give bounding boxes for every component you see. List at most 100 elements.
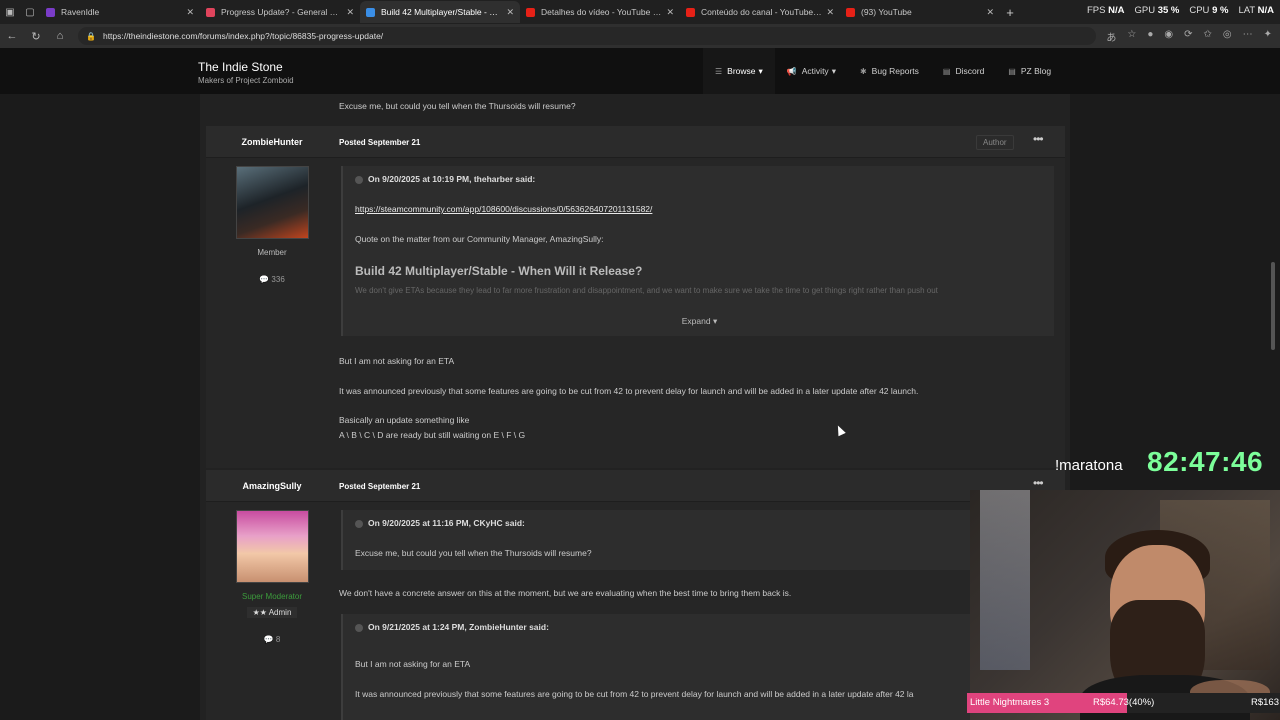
chevron-down-icon: ▾	[758, 65, 763, 76]
comment-icon: 💬	[259, 275, 270, 284]
refresh-icon[interactable]: ↻	[24, 30, 48, 43]
home-icon[interactable]: ⌂	[48, 30, 72, 42]
post-author[interactable]: AmazingSully	[206, 481, 338, 491]
copilot-icon[interactable]: ✦	[1264, 29, 1272, 44]
quote-block: On 9/21/2025 at 1:24 PM, ZombieHunter sa…	[341, 614, 1054, 720]
post-paragraph: Basically an update something like	[339, 415, 470, 425]
post-options-icon[interactable]: •••	[1033, 132, 1044, 146]
page-icon: ▤	[942, 66, 951, 76]
post-count: 💬 8	[206, 635, 338, 644]
moderator-role: Super Moderator	[241, 592, 303, 601]
new-tab-button[interactable]: +	[1000, 5, 1020, 20]
nav-item-pz-blog[interactable]: ▤ PZ Blog	[996, 48, 1063, 94]
list-icon: ☰	[715, 66, 723, 76]
tab-label: (93) YouTube	[861, 7, 912, 17]
site-brand[interactable]: The Indie Stone Makers of Project Zomboi…	[198, 60, 294, 85]
cpu-label: CPU	[1189, 5, 1210, 16]
tab-favicon-icon	[686, 7, 695, 17]
extension-icon[interactable]: ●	[1147, 29, 1153, 44]
post-date: Posted September 21	[339, 138, 420, 147]
profile-avatar[interactable]: ◎	[1223, 29, 1232, 44]
tab-label: RavenIdle	[61, 7, 100, 17]
site-tagline: Makers of Project Zomboid	[198, 76, 294, 85]
close-icon[interactable]: ✕	[666, 7, 674, 18]
tab-actions-icon[interactable]: ▢	[20, 0, 40, 24]
browser-tab[interactable]: Conteúdo do canal - YouTube Stu ✕	[680, 1, 840, 23]
post-count: 💬 336	[206, 275, 338, 284]
url-field[interactable]: 🔒 https://theindiestone.com/forums/index…	[78, 27, 1096, 45]
post-date-prefix: Posted	[339, 482, 366, 491]
tab-label: Build 42 Multiplayer/Stable - Whe	[381, 7, 503, 17]
avatar[interactable]	[236, 510, 309, 583]
nav-item-discord[interactable]: ▤ Discord	[931, 48, 996, 94]
cpu-value: 9 %	[1212, 5, 1229, 16]
close-icon[interactable]: ✕	[826, 7, 834, 18]
site-name: The Indie Stone	[198, 60, 283, 74]
avatar[interactable]	[236, 166, 309, 239]
quote-link[interactable]: https://steamcommunity.com/app/108600/di…	[355, 204, 652, 214]
quote-block: On 9/20/2025 at 11:16 PM, CKyHC said: Ex…	[341, 510, 1054, 570]
back-icon[interactable]: ←	[0, 30, 24, 42]
comment-icon: 💬	[263, 635, 274, 644]
nav-item-browse[interactable]: ☰ Browse ▾	[703, 48, 775, 94]
quote-line: But I am not asking for an ETA	[355, 659, 471, 669]
tab-favicon-icon	[846, 7, 855, 17]
expand-button[interactable]: Expand ▾	[343, 316, 1056, 327]
browser-menu-icon[interactable]: ▣	[0, 0, 20, 24]
post-date-prefix: Posted	[339, 138, 366, 147]
stream-command: !maratona	[1055, 457, 1123, 474]
url-text: https://theindiestone.com/forums/index.p…	[102, 31, 384, 41]
close-icon[interactable]: ✕	[986, 7, 994, 18]
expand-label: Expand	[681, 316, 711, 326]
bug-icon: ✱	[859, 66, 867, 76]
nav-label: Discord	[955, 66, 985, 76]
quote-icon	[355, 623, 363, 632]
post-author[interactable]: ZombieHunter	[206, 137, 338, 147]
post-paragraph: We don't have a concrete answer on this …	[339, 588, 792, 598]
close-icon[interactable]: ✕	[186, 7, 194, 18]
post-options-icon[interactable]: •••	[1033, 476, 1044, 490]
close-icon[interactable]: ✕	[346, 7, 354, 18]
previous-post-fragment: Excuse me, but could you tell when the T…	[339, 101, 576, 111]
quote-block: On 9/20/2025 at 10:19 PM, theharber said…	[341, 166, 1054, 336]
tab-label: Progress Update? - General Discu	[221, 7, 343, 17]
scrollbar-thumb[interactable]	[1271, 262, 1275, 350]
quote-icon	[355, 519, 363, 528]
ad-block-icon[interactable]: ◉	[1164, 29, 1173, 44]
nav-item-bug-reports[interactable]: ✱ Bug Reports	[848, 48, 931, 94]
quote-header-text: On 9/20/2025 at 10:19 PM, theharber said…	[368, 174, 536, 184]
author-badge: Author	[976, 135, 1014, 150]
post-paragraph: It was announced previously that some fe…	[339, 386, 919, 396]
site-header: The Indie Stone Makers of Project Zomboi…	[0, 48, 1280, 94]
admin-rank: ★★ Admin	[246, 607, 298, 618]
more-menu-icon[interactable]: ⋯	[1243, 29, 1253, 44]
favorites-bar-icon[interactable]: ✩	[1203, 29, 1211, 44]
favorite-icon[interactable]: ☆	[1127, 29, 1136, 44]
tab-favicon-icon	[46, 7, 55, 17]
game-goal-bar: Little Nightmares 3 R$64.73(40%) R$163	[967, 693, 1280, 713]
stream-timer: 82:47:46	[1147, 446, 1264, 477]
quote-header: On 9/21/2025 at 1:24 PM, ZombieHunter sa…	[355, 622, 549, 632]
megaphone-icon: 📢	[786, 66, 797, 76]
browser-tab[interactable]: Progress Update? - General Discu ✕	[200, 1, 360, 23]
fps-label: FPS	[1086, 5, 1106, 16]
post-date-value: September 21	[367, 482, 421, 491]
tab-favicon-icon	[526, 7, 535, 17]
close-icon[interactable]: ✕	[506, 7, 514, 18]
performance-overlay: FPS N/A GPU 35 % CPU 9 % LAT N/A	[1087, 5, 1274, 16]
game-name: Little Nightmares 3	[970, 697, 1050, 708]
lat-label: LAT	[1238, 5, 1255, 16]
steam-link[interactable]: https://steamcommunity.com/app/108600/di…	[355, 204, 652, 214]
browser-tab[interactable]: (93) YouTube ✕	[840, 1, 1000, 23]
sync-icon[interactable]: ⟳	[1184, 29, 1192, 44]
browser-tab[interactable]: RavenIdle ✕	[40, 1, 200, 23]
nav-item-activity[interactable]: 📢 Activity ▾	[775, 48, 848, 94]
quote-header-text: On 9/21/2025 at 1:24 PM, ZombieHunter sa…	[368, 622, 549, 632]
browser-tab[interactable]: Detalhes do vídeo - YouTube Stu ✕	[520, 1, 680, 23]
translate-icon[interactable]: あ	[1106, 29, 1116, 44]
browser-tab[interactable]: Build 42 Multiplayer/Stable - Whe ✕	[360, 1, 520, 23]
game-price: R$64.73(40%)	[1093, 697, 1155, 708]
quote-faded-text: We don't give ETAs because they lead to …	[355, 286, 938, 295]
tab-label: Detalhes do vídeo - YouTube Stu	[541, 7, 663, 17]
address-bar: ← ↻ ⌂ 🔒 https://theindiestone.com/forums…	[0, 24, 1280, 48]
